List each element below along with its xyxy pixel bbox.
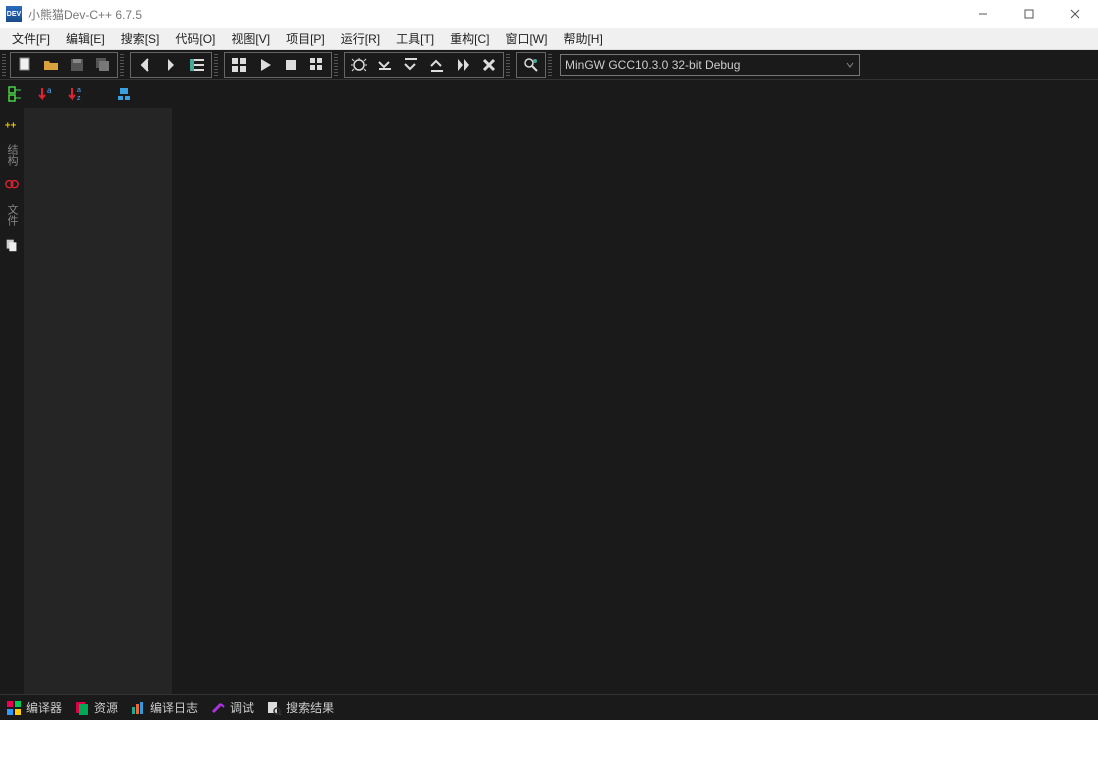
goto-line-button[interactable]: [184, 54, 210, 76]
bottom-tabs: 编译器 资源 编译日志 调试 搜索结果: [0, 694, 1098, 720]
tab-watch-icon[interactable]: [1, 172, 23, 198]
tab-resources[interactable]: 资源: [74, 699, 118, 716]
titlebar: DEV 小熊猫Dev-C++ 6.7.5: [0, 0, 1098, 28]
tab-search-results[interactable]: 搜索结果: [266, 699, 334, 716]
tab-files[interactable]: 文件: [4, 200, 20, 230]
chevron-down-icon: [845, 60, 855, 70]
svg-text:++: ++: [5, 121, 17, 132]
new-file-button[interactable]: [12, 54, 38, 76]
tab-structure[interactable]: 结构: [4, 140, 20, 170]
tab-compiler[interactable]: 编译器: [6, 699, 62, 716]
toolbar-class-browser: a az: [0, 80, 1098, 108]
toolbar-handle[interactable]: [506, 54, 510, 76]
side-panel: [24, 108, 172, 694]
compiler-select-value: MinGW GCC10.3.0 32-bit Debug: [565, 58, 740, 72]
window-title: 小熊猫Dev-C++ 6.7.5: [28, 6, 960, 23]
sort-by-type-button[interactable]: a: [34, 83, 58, 105]
left-tab-strip: ++ 结构 文件: [0, 108, 24, 694]
refresh-classes-button[interactable]: [112, 83, 136, 105]
stop-debug-button[interactable]: [476, 54, 502, 76]
open-file-button[interactable]: [38, 54, 64, 76]
toolbar-main: MinGW GCC10.3.0 32-bit Debug: [0, 50, 1098, 80]
menu-code[interactable]: 代码[O]: [167, 28, 223, 49]
save-all-button[interactable]: [90, 54, 116, 76]
toolbar-handle[interactable]: [2, 54, 6, 76]
save-button[interactable]: [64, 54, 90, 76]
app-icon: DEV: [6, 6, 22, 22]
compile-button[interactable]: [226, 54, 252, 76]
menu-view[interactable]: 视图[V]: [223, 28, 278, 49]
run-button[interactable]: [252, 54, 278, 76]
debug-button[interactable]: [346, 54, 372, 76]
tab-resources-label: 资源: [94, 699, 118, 716]
toolbar-handle[interactable]: [120, 54, 124, 76]
continue-button[interactable]: [450, 54, 476, 76]
menu-search[interactable]: 搜索[S]: [113, 28, 168, 49]
back-button[interactable]: [132, 54, 158, 76]
menu-file[interactable]: 文件[F]: [4, 28, 58, 49]
tab-search-results-label: 搜索结果: [286, 699, 334, 716]
menu-help[interactable]: 帮助[H]: [555, 28, 610, 49]
compiler-select[interactable]: MinGW GCC10.3.0 32-bit Debug: [560, 54, 860, 76]
svg-text:z: z: [77, 95, 81, 102]
svg-text:a: a: [77, 87, 81, 94]
toolbar-handle[interactable]: [548, 54, 552, 76]
tab-compiler-label: 编译器: [26, 699, 62, 716]
tab-compile-log[interactable]: 编译日志: [130, 699, 198, 716]
menu-refactor[interactable]: 重构[C]: [442, 28, 497, 49]
tab-debug[interactable]: 调试: [210, 699, 254, 716]
toolbar-handle[interactable]: [334, 54, 338, 76]
close-button[interactable]: [1052, 0, 1098, 28]
svg-text:a: a: [47, 86, 52, 95]
editor-area[interactable]: [172, 108, 1098, 694]
tab-cpp[interactable]: ++: [1, 112, 23, 138]
menu-project[interactable]: 项目[P]: [278, 28, 333, 49]
menu-tools[interactable]: 工具[T]: [388, 28, 442, 49]
step-out-button[interactable]: [424, 54, 450, 76]
stop-button[interactable]: [278, 54, 304, 76]
toolbar-handle[interactable]: [214, 54, 218, 76]
menu-edit[interactable]: 编辑[E]: [58, 28, 113, 49]
forward-button[interactable]: [158, 54, 184, 76]
step-into-button[interactable]: [398, 54, 424, 76]
tab-compile-log-label: 编译日志: [150, 699, 198, 716]
menubar: 文件[F] 编辑[E] 搜索[S] 代码[O] 视图[V] 项目[P] 运行[R…: [0, 28, 1098, 50]
class-view-button[interactable]: [4, 83, 28, 105]
tab-files-icon[interactable]: [1, 232, 23, 258]
step-over-button[interactable]: [372, 54, 398, 76]
add-watch-button[interactable]: [518, 54, 544, 76]
minimize-button[interactable]: [960, 0, 1006, 28]
menu-window[interactable]: 窗口[W]: [497, 28, 555, 49]
maximize-button[interactable]: [1006, 0, 1052, 28]
compile-run-button[interactable]: [304, 54, 330, 76]
main-area: ++ 结构 文件: [0, 108, 1098, 694]
menu-run[interactable]: 运行[R]: [333, 28, 388, 49]
sort-alpha-button[interactable]: az: [64, 83, 88, 105]
tab-debug-label: 调试: [230, 699, 254, 716]
